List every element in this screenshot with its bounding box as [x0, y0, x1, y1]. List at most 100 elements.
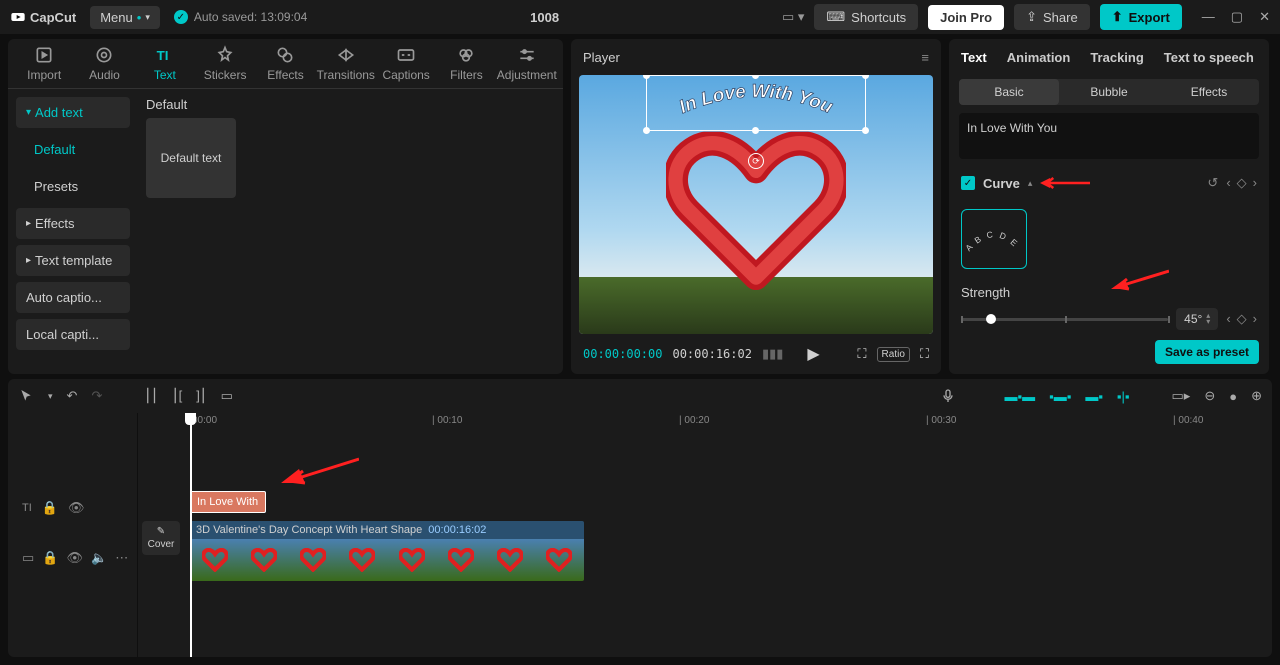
sidebar-item-text-template[interactable]: ▸Text template [16, 245, 130, 276]
strength-slider[interactable] [961, 318, 1168, 321]
fullscreen-icon[interactable]: ⛶ [920, 346, 929, 362]
preview-viewport[interactable]: In Love With You ⟳ [579, 75, 933, 334]
lock-icon[interactable]: 🔒 [42, 500, 58, 516]
svg-text:TI: TI [156, 48, 168, 63]
tab-stickers[interactable]: Stickers [195, 45, 255, 82]
keyframe-next-icon[interactable]: › [1253, 175, 1257, 191]
inspector-tab-tracking[interactable]: Tracking [1090, 50, 1143, 65]
stepper-icon[interactable]: ▴▾ [1206, 313, 1210, 325]
project-name: 1008 [321, 10, 768, 25]
cover-button[interactable]: ✎ Cover [142, 521, 180, 555]
clip-name: 3D Valentine's Day Concept With Heart Sh… [196, 524, 422, 536]
minimize-icon[interactable]: — [1202, 9, 1215, 25]
curve-style-preview[interactable]: A B C D E [961, 209, 1027, 269]
ruler-mark: | 00:10 [432, 415, 462, 426]
ruler-mark: | 00:30 [926, 415, 956, 426]
tab-transitions[interactable]: Transitions [316, 45, 376, 82]
maximize-icon[interactable]: ▢ [1231, 9, 1243, 25]
subtab-effects[interactable]: Effects [1159, 79, 1259, 105]
reset-icon[interactable]: ↺ [1207, 175, 1218, 191]
join-pro-button[interactable]: Join Pro [928, 5, 1004, 30]
keyframe-prev-icon[interactable]: ‹ [1226, 175, 1230, 191]
preview-icon[interactable]: ▭▸ [1172, 388, 1191, 404]
delete-icon[interactable]: ▭ [221, 388, 233, 404]
split-icon[interactable]: ⎮⎮ [144, 388, 158, 404]
tab-import[interactable]: Import [14, 45, 74, 82]
eye-icon[interactable]: 👁 [68, 500, 85, 516]
edit-icon: ✎ [157, 526, 165, 537]
zoom-out-icon[interactable]: ⊖ [1204, 388, 1215, 404]
keyframe-prev-icon[interactable]: ‹ [1226, 311, 1230, 327]
inspector-tab-animation[interactable]: Animation [1007, 50, 1071, 65]
text-content-input[interactable]: In Love With You [959, 113, 1259, 159]
export-button[interactable]: ⬆ Export [1100, 4, 1182, 30]
player-menu-icon[interactable]: ≡ [921, 50, 929, 65]
svg-text:A B C D E: A B C D E [964, 229, 1021, 253]
shortcuts-button[interactable]: ⌨ Shortcuts [814, 4, 918, 30]
tab-filters[interactable]: Filters [436, 45, 496, 82]
more-icon[interactable]: ⋯ [115, 550, 128, 566]
aspect-icon[interactable]: ▭ ▾ [782, 9, 804, 25]
text-track-head: TI 🔒 👁 [8, 493, 137, 523]
tab-adjustment[interactable]: Adjustment [497, 45, 557, 82]
sidebar-item-default[interactable]: Default [16, 134, 130, 165]
tab-audio[interactable]: Audio [74, 45, 134, 82]
tab-captions[interactable]: Captions [376, 45, 436, 82]
mute-icon[interactable]: 🔈 [91, 550, 107, 566]
trim-left-icon[interactable]: ⎮[ [172, 388, 182, 404]
text-clip[interactable]: In Love With [190, 491, 266, 513]
tab-text[interactable]: TIText [135, 45, 195, 82]
save-preset-button[interactable]: Save as preset [1155, 340, 1259, 364]
zoom-slider-icon[interactable]: ● [1229, 389, 1237, 404]
keyframe-icon[interactable]: ◇ [1237, 175, 1247, 191]
text-track-icon: TI [22, 502, 32, 514]
player-title: Player [583, 50, 620, 65]
magnet-icon[interactable]: ▬▪▬ [1004, 389, 1035, 404]
video-track-head: ▭ 🔒 👁 🔈 ⋯ [8, 543, 137, 573]
align-icon[interactable]: ▪|▪ [1117, 389, 1130, 404]
sidebar-item-local-captions[interactable]: Local capti... [16, 319, 130, 350]
content-heading: Default [146, 97, 555, 112]
subtab-basic[interactable]: Basic [959, 79, 1059, 105]
inspector-tab-text[interactable]: Text [961, 50, 987, 65]
redo-icon[interactable]: ↷ [91, 388, 102, 404]
snap-icon[interactable]: ▬▪ [1085, 389, 1103, 404]
play-button[interactable]: ▶ [807, 344, 819, 364]
selection-box[interactable] [646, 75, 866, 131]
inspector-panel: Text Animation Tracking Text to speech B… [949, 39, 1269, 374]
curve-checkbox[interactable]: ✓ [961, 176, 975, 190]
playhead[interactable] [190, 413, 192, 657]
lock-icon[interactable]: 🔒 [42, 550, 58, 566]
sidebar-item-auto-captions[interactable]: Auto captio... [16, 282, 130, 313]
ratio-button[interactable]: Ratio [877, 347, 910, 362]
volume-bars-icon[interactable]: ▮▮▮ [762, 346, 783, 362]
app-logo: CapCut [10, 9, 76, 25]
trim-right-icon[interactable]: ]⎮ [196, 388, 206, 404]
tab-effects[interactable]: Effects [255, 45, 315, 82]
inspector-tab-tts[interactable]: Text to speech [1164, 50, 1254, 65]
zoom-in-icon[interactable]: ⊕ [1251, 388, 1262, 404]
check-icon: ✓ [174, 10, 188, 24]
crop-icon[interactable]: ⛶ [857, 346, 866, 362]
undo-icon[interactable]: ↶ [67, 388, 78, 404]
sidebar-item-add-text[interactable]: ▾Add text [16, 97, 130, 128]
share-button[interactable]: ⇪ Share [1014, 4, 1090, 30]
pointer-tool-icon[interactable] [18, 388, 34, 404]
strength-value-input[interactable]: 45° ▴▾ [1176, 308, 1218, 330]
pointer-dropdown-icon[interactable]: ▾ [48, 391, 53, 402]
timeline-ruler[interactable]: 00:00 | 00:10 | 00:20 | 00:30 | 00:40 [184, 413, 1272, 437]
default-text-thumb[interactable]: Default text [146, 118, 236, 198]
subtab-bubble[interactable]: Bubble [1059, 79, 1159, 105]
sidebar-item-effects[interactable]: ▸Effects [16, 208, 130, 239]
video-clip[interactable]: 3D Valentine's Day Concept With Heart Sh… [190, 521, 584, 581]
collapse-icon[interactable]: ▴ [1028, 178, 1033, 189]
keyframe-next-icon[interactable]: › [1253, 311, 1257, 327]
eye-icon[interactable]: 👁 [66, 550, 83, 566]
close-icon[interactable]: ✕ [1259, 9, 1270, 25]
keyframe-icon[interactable]: ◇ [1237, 311, 1247, 327]
sidebar-item-presets[interactable]: Presets [16, 171, 130, 202]
mic-icon[interactable] [940, 388, 956, 404]
link-icon[interactable]: ▪▬▪ [1049, 389, 1071, 404]
rotate-handle-icon[interactable]: ⟳ [748, 153, 764, 169]
menu-button[interactable]: Menu • ▾ [90, 6, 160, 29]
